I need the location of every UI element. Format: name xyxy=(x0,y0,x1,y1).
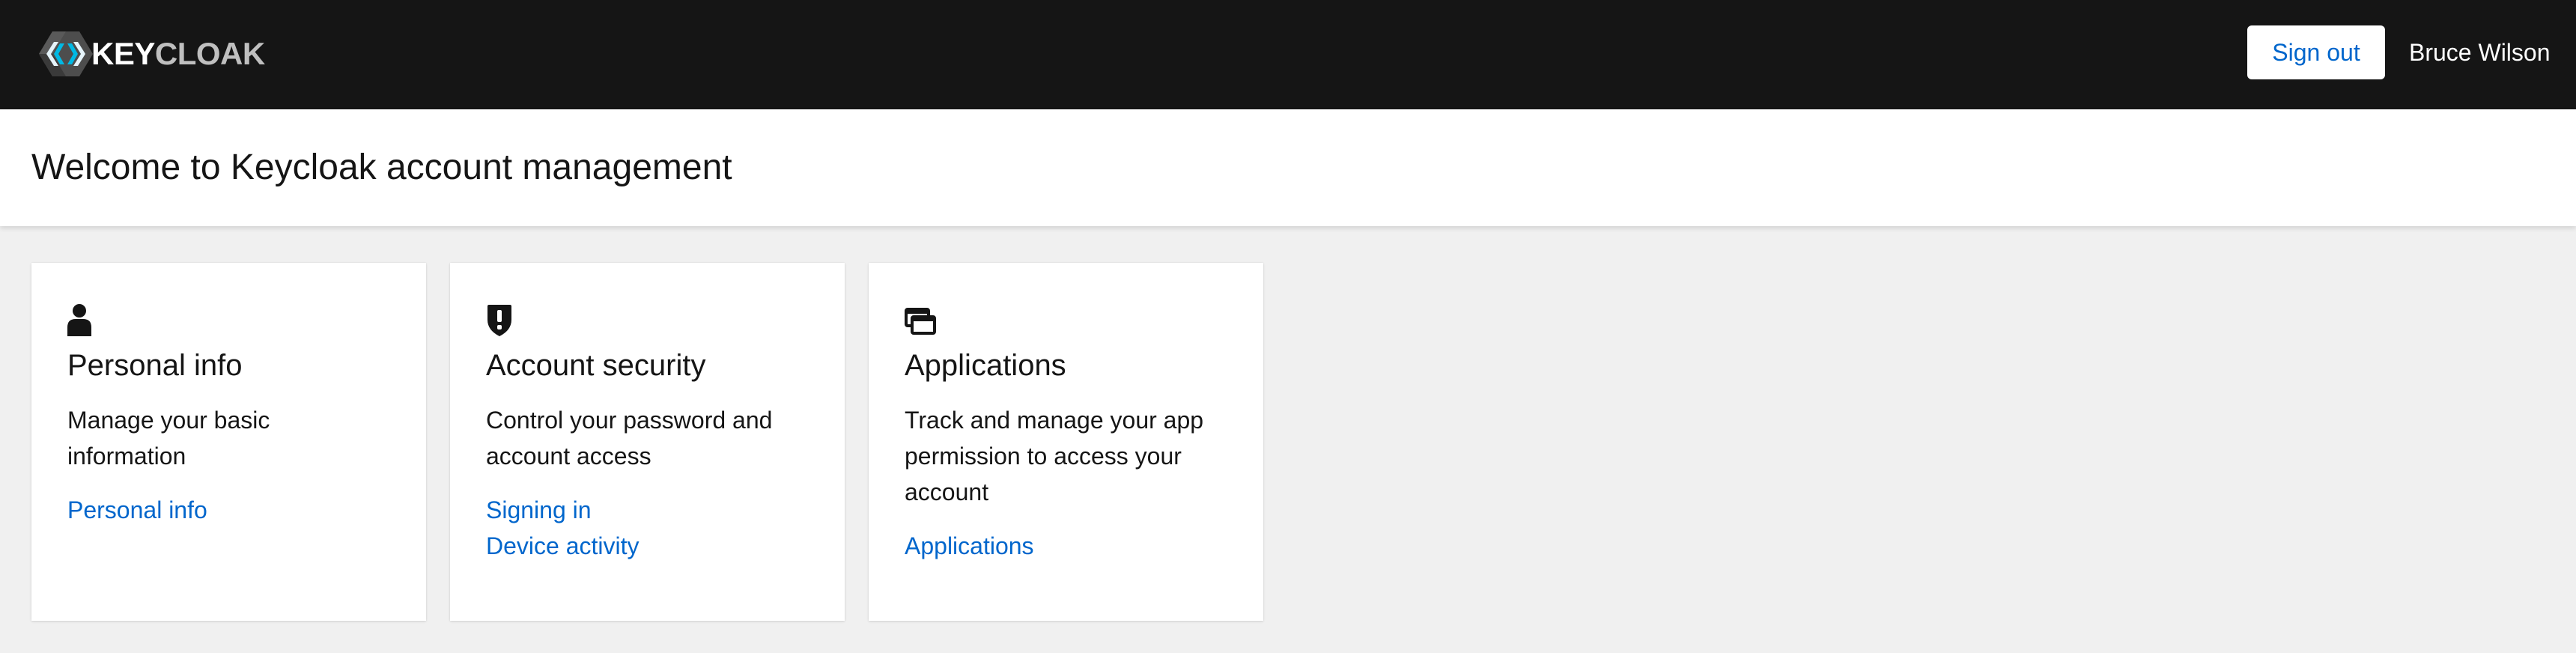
page-header: Welcome to Keycloak account management xyxy=(0,109,2576,226)
username: Bruce Wilson xyxy=(2409,39,2551,66)
applications-card: Applications Track and manage your app p… xyxy=(869,263,1263,621)
personal-info-link[interactable]: Personal info xyxy=(67,492,390,528)
user-icon xyxy=(67,304,91,336)
card-title: Personal info xyxy=(67,349,243,382)
card-description: Manage your basic information xyxy=(67,407,270,470)
keycloak-logo-text: KEYCLOAK xyxy=(91,36,265,71)
shield-alert-icon xyxy=(487,305,511,336)
keycloak-logo-icon xyxy=(39,31,93,76)
account-security-card: Account security Control your password a… xyxy=(450,263,845,621)
page-title: Welcome to Keycloak account management xyxy=(31,148,732,187)
card-title: Applications xyxy=(905,349,1066,382)
card-title: Account security xyxy=(486,349,706,382)
sign-out-button[interactable]: Sign out xyxy=(2247,25,2385,79)
applications-link[interactable]: Applications xyxy=(905,528,1227,564)
card-description: Control your password and account access xyxy=(486,407,773,470)
signing-in-link[interactable]: Signing in xyxy=(486,492,809,528)
masthead: KEYCLOAK Sign out Bruce Wilson xyxy=(0,0,2576,109)
keycloak-logo[interactable]: KEYCLOAK xyxy=(37,30,265,78)
card-description: Track and manage your app permission to … xyxy=(905,407,1204,505)
applications-icon xyxy=(905,308,936,335)
device-activity-link[interactable]: Device activity xyxy=(486,528,809,564)
personal-info-card: Personal info Manage your basic informat… xyxy=(31,263,426,621)
